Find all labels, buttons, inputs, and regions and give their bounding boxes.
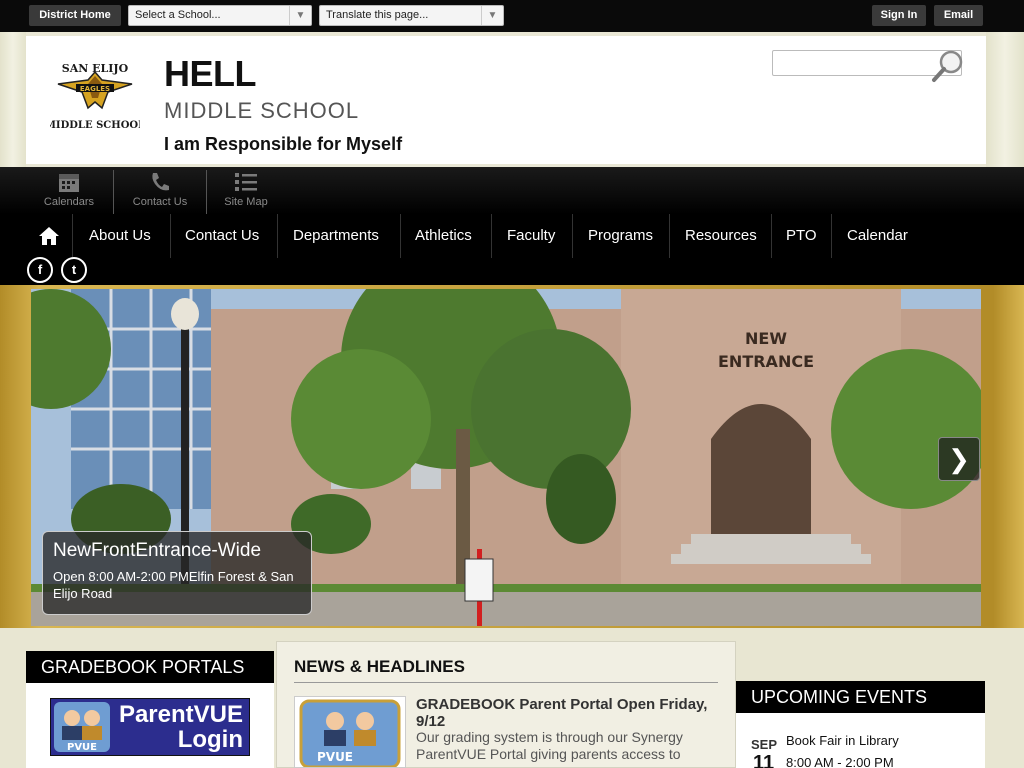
logo-text-bottom: MIDDLE SCHOOL (50, 120, 140, 131)
parentvue-line1: ParentVUE (118, 701, 243, 728)
pvue-thumbnail-image: PVUE (299, 699, 401, 768)
news-heading: NEWS & HEADLINES (294, 657, 465, 676)
email-button[interactable]: Email (934, 5, 983, 26)
quicklink-label: Site Map (224, 196, 268, 208)
twitter-icon[interactable]: t (61, 257, 87, 283)
parentvue-login-text: ParentVUE Login (115, 702, 243, 752)
school-select[interactable]: Select a School... ▼ (128, 5, 312, 26)
side-wall-left (0, 32, 26, 167)
menu-item-resources[interactable]: Resources (685, 214, 757, 258)
quicklink-label: Calendars (43, 196, 95, 208)
menu-item-departments[interactable]: Departments (293, 214, 379, 258)
events-heading: UPCOMING EVENTS (736, 681, 985, 713)
next-slide-button[interactable]: ❯ (938, 437, 980, 481)
menu-item-athletics[interactable]: Athletics (415, 214, 472, 258)
parents-icon: PVUE (54, 702, 110, 753)
pvue-badge: PVUE (67, 742, 97, 753)
school-motto: I am Responsible for Myself (164, 134, 403, 154)
menu-item-programs[interactable]: Programs (588, 214, 653, 258)
divider (294, 682, 718, 683)
slide-caption: NewFrontEntrance-Wide Open 8:00 AM-2:00 … (42, 531, 312, 615)
thumb-badge: PVUE (317, 750, 353, 764)
phone-icon (113, 170, 207, 196)
logo-text-mid: EAGLES (80, 85, 110, 93)
event-day: 11 (753, 752, 775, 768)
divider (277, 214, 278, 258)
translate-select[interactable]: Translate this page... ▼ (319, 5, 504, 26)
district-home-button[interactable]: District Home (29, 5, 121, 26)
school-logo[interactable]: SAN ELIJO EAGLES MIDDLE SCHOOL (50, 58, 140, 134)
sign-in-button[interactable]: Sign In (872, 5, 926, 26)
divider (771, 214, 772, 258)
news-item-title[interactable]: GRADEBOOK Parent Portal Open Friday, 9/1… (416, 696, 716, 730)
menu-item-pto[interactable]: PTO (786, 214, 817, 258)
news-item-text: Our grading system is through our Synerg… (416, 729, 683, 762)
school-name: HELL (164, 53, 257, 94)
event-time: 8:00 AM - 2:00 PM (786, 755, 894, 768)
menu-item-faculty[interactable]: Faculty (507, 214, 555, 258)
translate-select-value: Translate this page... (326, 9, 429, 21)
list-icon (199, 170, 293, 196)
menu-item-calendar[interactable]: Calendar (847, 214, 908, 258)
news-thumbnail[interactable]: PVUE (294, 696, 406, 768)
divider (170, 214, 171, 258)
school-subtitle: MIDDLE SCHOOL (164, 98, 360, 123)
gradebook-heading: GRADEBOOK PORTALS (26, 651, 274, 683)
chevron-right-icon: ❯ (948, 444, 970, 474)
quicklink-site-map[interactable]: Site Map (199, 170, 293, 214)
slide-caption-title: NewFrontEntrance-Wide (53, 540, 262, 561)
divider (72, 214, 73, 258)
event-title[interactable]: Book Fair in Library (786, 733, 899, 748)
divider (831, 214, 832, 258)
menu-item-contact-us[interactable]: Contact Us (185, 214, 259, 258)
divider (572, 214, 573, 258)
quicklink-label: Contact Us (132, 196, 188, 208)
sign-text-new: NEW (745, 329, 787, 348)
calendar-icon (22, 170, 116, 196)
divider (491, 214, 492, 258)
chevron-down-icon: ▼ (481, 6, 503, 25)
side-wall-right (986, 32, 1024, 167)
menu-item-about-us[interactable]: About Us (89, 214, 151, 258)
event-month: SEP (751, 737, 778, 752)
divider (669, 214, 670, 258)
divider (400, 214, 401, 258)
search-icon[interactable] (930, 48, 966, 84)
menu-home[interactable] (38, 214, 64, 258)
home-icon (39, 227, 59, 246)
quicklink-calendars[interactable]: Calendars (22, 170, 116, 214)
slide-caption-description: Open 8:00 AM-2:00 PMElfin Forest & San E… (53, 569, 294, 601)
facebook-icon[interactable]: f (27, 257, 53, 283)
quicklink-contact-us[interactable]: Contact Us (113, 170, 207, 214)
sign-text-entrance: ENTRANCE (718, 352, 814, 371)
school-select-value: Select a School... (135, 9, 221, 21)
chevron-down-icon: ▼ (289, 6, 311, 25)
parentvue-line2: Login (177, 726, 243, 753)
